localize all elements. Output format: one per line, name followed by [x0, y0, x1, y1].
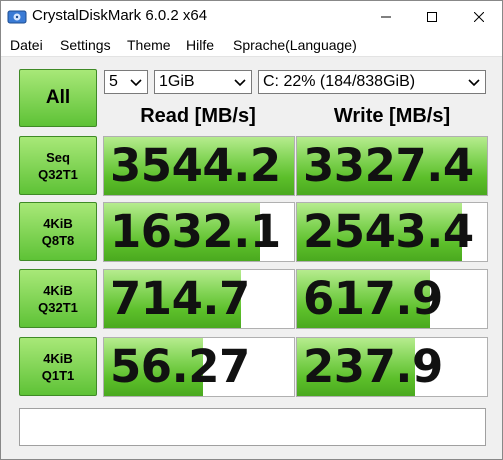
run-all-button[interactable]: All [19, 69, 97, 127]
test-line1: 4KiB [43, 350, 73, 366]
menu-hilfe[interactable]: Hilfe [186, 37, 214, 53]
read-value: 56.27 [110, 340, 250, 393]
chevron-down-icon [468, 79, 480, 87]
read-column-header: Read [MB/s] [140, 105, 256, 127]
read-result-4kib-q32t1: 714.7 [103, 269, 295, 329]
chevron-down-icon [130, 79, 142, 87]
comment-input[interactable] [19, 408, 486, 446]
write-column-header: Write [MB/s] [333, 105, 451, 127]
read-value: 714.7 [110, 272, 250, 325]
close-button[interactable] [456, 1, 502, 33]
maximize-button[interactable] [409, 1, 455, 33]
read-value: 1632.1 [110, 205, 281, 258]
test-4kib-q1t1-button[interactable]: 4KiB Q1T1 [19, 337, 97, 396]
menu-datei[interactable]: Datei [10, 37, 43, 53]
chevron-down-icon [234, 79, 246, 87]
test-count-select[interactable]: 5 [104, 70, 148, 94]
read-result-4kib-q1t1: 56.27 [103, 337, 295, 397]
write-result-4kib-q8t8: 2543.4 [296, 202, 488, 262]
test-count-value: 5 [109, 73, 118, 90]
menu-theme[interactable]: Theme [127, 37, 171, 53]
menu-bar: Datei Settings Theme Hilfe Sprache(Langu… [1, 33, 502, 57]
menu-settings[interactable]: Settings [60, 37, 111, 53]
write-value: 3327.4 [303, 139, 474, 192]
read-result-4kib-q8t8: 1632.1 [103, 202, 295, 262]
read-result-seq-q32t1: 3544.2 [103, 136, 295, 196]
test-line1: 4KiB [43, 215, 73, 231]
minimize-button[interactable] [363, 1, 409, 33]
write-result-4kib-q32t1: 617.9 [296, 269, 488, 329]
test-4kib-q32t1-button[interactable]: 4KiB Q32T1 [19, 269, 97, 328]
test-line2: Q32T1 [38, 299, 78, 315]
maximize-icon [427, 12, 437, 22]
read-value: 3544.2 [110, 139, 281, 192]
menu-language[interactable]: Sprache(Language) [233, 37, 357, 53]
write-value: 237.9 [303, 340, 443, 393]
test-size-select[interactable]: 1GiB [154, 70, 252, 94]
test-line2: Q8T8 [41, 232, 75, 248]
test-line1: 4KiB [43, 282, 73, 298]
drive-select[interactable]: C: 22% (184/838GiB) [258, 70, 486, 94]
disk-icon [7, 10, 27, 24]
minimize-icon [381, 16, 391, 18]
title-bar[interactable]: CrystalDiskMark 6.0.2 x64 [1, 1, 502, 33]
window-title: CrystalDiskMark 6.0.2 x64 [32, 7, 208, 24]
write-value: 2543.4 [303, 205, 474, 258]
write-result-seq-q32t1: 3327.4 [296, 136, 488, 196]
test-seq-q32t1-button[interactable]: Seq Q32T1 [19, 136, 97, 195]
test-4kib-q8t8-button[interactable]: 4KiB Q8T8 [19, 202, 97, 261]
test-size-value: 1GiB [159, 73, 195, 90]
test-line2: Q32T1 [38, 166, 78, 182]
write-value: 617.9 [303, 272, 443, 325]
test-line1: Seq [46, 149, 70, 165]
drive-value: C: 22% (184/838GiB) [263, 73, 416, 90]
close-icon [474, 12, 484, 22]
app-window: CrystalDiskMark 6.0.2 x64 Datei Settings… [0, 0, 503, 460]
test-line2: Q1T1 [41, 367, 75, 383]
write-result-4kib-q1t1: 237.9 [296, 337, 488, 397]
